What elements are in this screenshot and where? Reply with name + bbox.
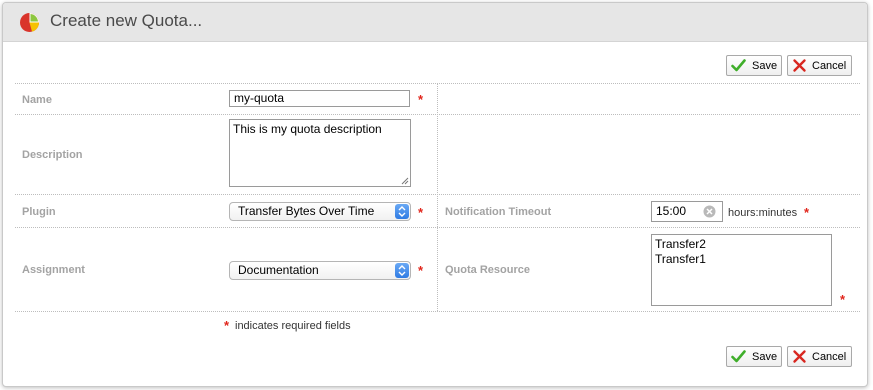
description-text: This is my quota description xyxy=(233,122,382,136)
save-button-label: Save xyxy=(752,351,778,363)
description-textarea[interactable]: This is my quota description xyxy=(229,119,411,187)
quota-resource-label: Quota Resource xyxy=(445,264,530,276)
save-button-top[interactable]: Save xyxy=(726,55,782,76)
notification-timeout-input[interactable]: 15:00 xyxy=(651,201,723,222)
list-item[interactable]: Transfer2 xyxy=(655,237,828,252)
required-marker: * xyxy=(224,318,230,333)
row-divider xyxy=(15,311,860,312)
pie-chart-icon xyxy=(20,13,39,32)
select-arrows-icon xyxy=(395,263,409,278)
quota-resource-listbox[interactable]: Transfer2 Transfer1 xyxy=(651,234,832,306)
assignment-selected-value: Documentation xyxy=(238,263,319,277)
save-button-label: Save xyxy=(752,60,778,72)
cancel-button-label: Cancel xyxy=(812,351,847,363)
checkmark-icon xyxy=(731,59,746,72)
assignment-label: Assignment xyxy=(22,264,85,276)
close-icon xyxy=(793,59,806,72)
cancel-button-top[interactable]: Cancel xyxy=(787,55,852,76)
cancel-button-bottom[interactable]: Cancel xyxy=(787,346,852,367)
column-divider xyxy=(437,83,438,311)
cancel-button-label: Cancel xyxy=(812,60,847,72)
time-unit-hint: hours:minutes xyxy=(728,207,798,219)
create-quota-dialog: Create new Quota... Save Cancel Name my-… xyxy=(2,2,868,387)
close-icon xyxy=(793,350,806,363)
notification-timeout-value: 15:00 xyxy=(656,204,687,218)
dialog-title: Create new Quota... xyxy=(50,11,203,30)
clear-icon[interactable] xyxy=(703,205,716,218)
required-marker: * xyxy=(840,292,846,307)
description-label: Description xyxy=(22,149,83,161)
name-label: Name xyxy=(22,94,52,106)
plugin-selected-value: Transfer Bytes Over Time xyxy=(238,204,375,218)
select-arrows-icon xyxy=(395,204,409,219)
assignment-select[interactable]: Documentation xyxy=(229,261,411,280)
plugin-label: Plugin xyxy=(22,206,56,218)
required-marker: * xyxy=(804,205,810,220)
required-marker: * xyxy=(418,205,424,220)
required-marker: * xyxy=(418,263,424,278)
save-button-bottom[interactable]: Save xyxy=(726,346,782,367)
required-marker: * xyxy=(418,92,424,107)
plugin-select[interactable]: Transfer Bytes Over Time xyxy=(229,202,411,221)
required-fields-note: indicates required fields xyxy=(235,320,351,332)
resize-grip-icon[interactable] xyxy=(401,177,409,185)
list-item[interactable]: Transfer1 xyxy=(655,252,828,267)
name-input[interactable]: my-quota xyxy=(229,90,410,107)
dialog-titlebar: Create new Quota... xyxy=(3,3,867,42)
checkmark-icon xyxy=(731,350,746,363)
notification-timeout-label: Notification Timeout xyxy=(445,206,552,218)
